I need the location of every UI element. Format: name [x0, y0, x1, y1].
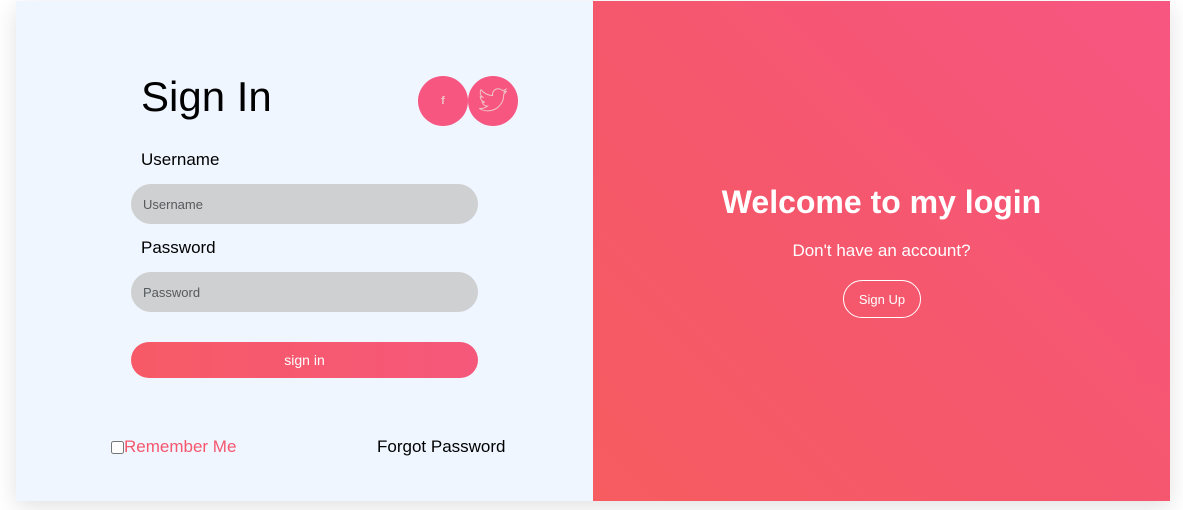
- password-label: Password: [141, 238, 216, 257]
- username-label: Username: [141, 150, 220, 169]
- signup-button[interactable]: Sign Up: [843, 280, 921, 318]
- welcome-panel: Welcome to my login Don't have an accoun…: [593, 1, 1170, 501]
- welcome-title: Welcome to my login: [721, 184, 1042, 220]
- welcome-subtitle: Don't have an account?: [792, 241, 971, 260]
- forgot-password-link[interactable]: Forgot Password: [377, 437, 506, 457]
- twitter-icon: [478, 88, 507, 112]
- signin-panel: Sign In f Username Password sign in Reme…: [16, 1, 593, 501]
- remember-me-checkbox[interactable]: [111, 440, 124, 454]
- page-title: Sign In: [141, 73, 272, 120]
- remember-me-label: Remember Me: [124, 437, 237, 456]
- facebook-icon: f: [441, 95, 445, 107]
- password-input[interactable]: [131, 272, 478, 312]
- remember-me[interactable]: Remember Me: [111, 437, 236, 457]
- username-input[interactable]: [131, 184, 478, 224]
- twitter-button[interactable]: [468, 76, 518, 126]
- signin-button[interactable]: sign in: [131, 342, 478, 378]
- facebook-button[interactable]: f: [418, 76, 468, 126]
- login-card: Sign In f Username Password sign in Reme…: [16, 1, 1170, 501]
